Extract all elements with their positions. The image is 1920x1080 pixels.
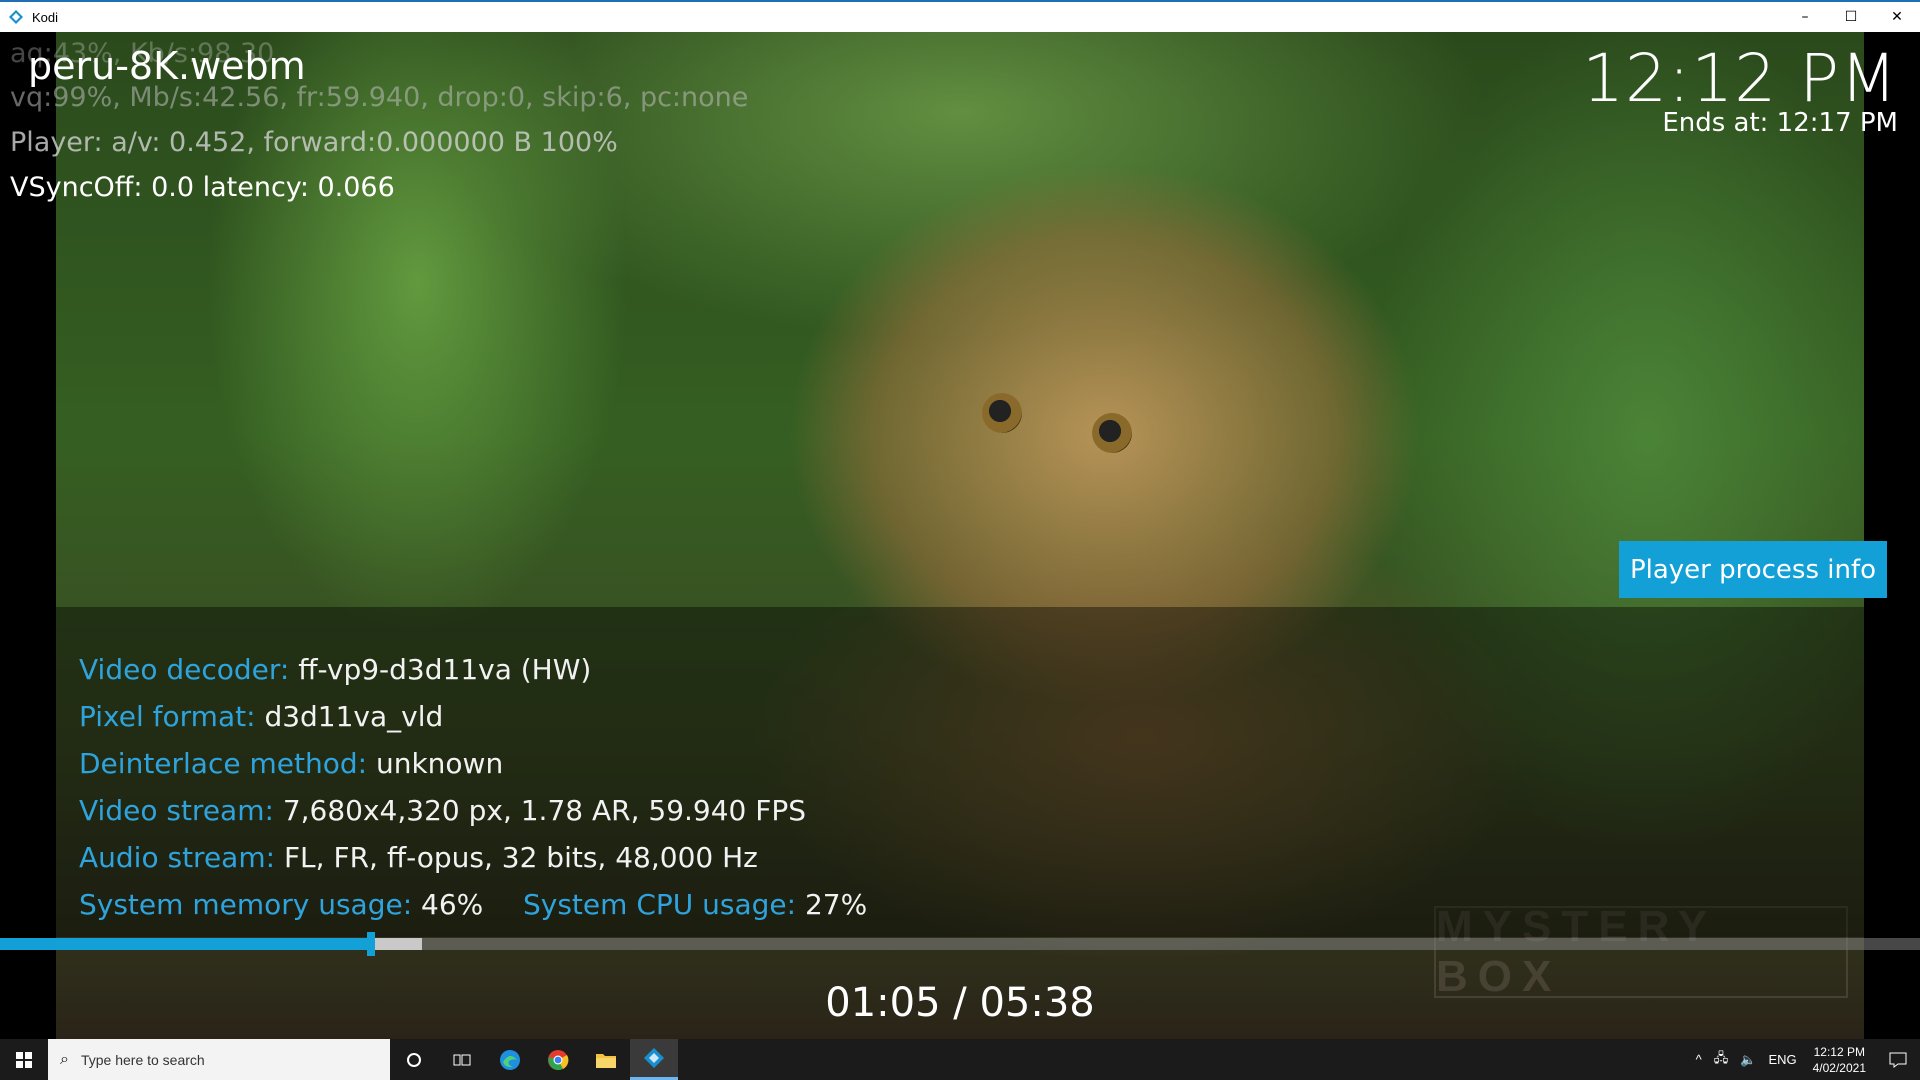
search-icon: ⌕ [60,1050,69,1068]
network-icon[interactable]: 🖧 [1714,1049,1729,1071]
info-row-memory: System memory usage: 46% [79,888,483,921]
deinterlace-label: Deinterlace method: [79,747,368,780]
chevron-up-icon[interactable]: ^ [1696,1052,1702,1067]
media-filename: peru-8K.webm [28,44,306,88]
edge-browser-icon [500,1049,520,1070]
taskbar-time: 12:12 PM [1813,1044,1865,1059]
language-indicator[interactable]: ENG [1768,1052,1796,1067]
system-tray: ^ 🖧 🔈 ENG 12:12 PM 4/02/2021 [1690,1039,1920,1080]
audio-stream-label: Audio stream: [79,841,276,874]
osd-ends-at: Ends at: 12:17 PM [1662,108,1898,138]
marmoset-eye-left [982,393,1022,433]
notification-icon [1889,1052,1907,1068]
video-decoder-label: Video decoder: [79,653,290,686]
seek-bar-handle[interactable] [366,932,375,956]
deinterlace-value: unknown [375,747,504,780]
info-row-deinterlace: Deinterlace method: unknown [79,747,503,780]
taskbar-clock[interactable]: 12:12 PM 4/02/2021 [1813,1044,1866,1076]
close-button[interactable]: ✕ [1874,2,1920,32]
maximize-button[interactable]: ☐ [1828,2,1874,32]
video-decoder-value: ff-vp9-d3d11va (HW) [298,653,592,686]
windows-logo-icon [16,1051,32,1068]
player-process-info-panel: Video decoder: ff-vp9-d3d11va (HW) Pixel… [30,607,1864,937]
taskbar-file-explorer[interactable] [582,1039,630,1080]
info-row-cpu: System CPU usage: 27% [523,888,867,921]
marmoset-eye-right [1092,413,1132,453]
cpu-usage-label: System CPU usage: [523,888,797,921]
task-view-button[interactable] [438,1039,486,1080]
taskbar-search-box[interactable]: ⌕ Type here to search [48,1039,390,1080]
folder-icon [596,1053,616,1068]
search-placeholder: Type here to search [80,1051,205,1068]
taskbar-chrome[interactable] [534,1039,582,1080]
pixel-format-value: d3d11va_vld [264,700,444,733]
start-button[interactable] [0,1039,48,1080]
task-view-icon [453,1054,471,1065]
taskbar-edge[interactable] [486,1039,534,1080]
debug-player-line: Player: a/v: 0.452, forward:0.000000 B 1… [10,127,618,158]
cpu-usage-value: 27% [804,888,868,921]
cortana-circle-icon [407,1052,421,1067]
taskbar-date: 4/02/2021 [1812,1060,1866,1075]
cortana-button[interactable] [390,1039,438,1080]
taskbar-kodi[interactable] [630,1039,678,1080]
playback-timecode: 01:05 / 05:38 [825,980,1095,1026]
notifications-button[interactable] [1876,1039,1920,1080]
kodi-taskbar-icon [644,1048,664,1068]
window-title: Kodi [32,9,59,25]
video-stream-label: Video stream: [79,794,274,827]
player-process-info-badge: Player process info [1619,541,1887,598]
seek-bar[interactable] [0,932,1920,956]
info-row-pixel-format: Pixel format: d3d11va_vld [79,700,443,733]
kodi-logo-icon [9,10,23,24]
volume-icon[interactable]: 🔈 [1740,1052,1756,1068]
window-controls: – ☐ ✕ [1782,2,1920,32]
info-row-audio-stream: Audio stream: FL, FR, ff-opus, 32 bits, … [79,841,758,874]
info-row-video-decoder: Video decoder: ff-vp9-d3d11va (HW) [79,653,591,686]
chrome-browser-icon [548,1049,569,1070]
debug-vsync-line: VSyncOff: 0.0 latency: 0.066 [10,172,395,203]
osd-clock: 12:12 PM [1582,40,1898,117]
window-titlebar: Kodi – ☐ ✕ [0,0,1920,32]
audio-stream-value: FL, FR, ff-opus, 32 bits, 48,000 Hz [283,841,758,874]
video-player[interactable]: MYSTERY BOX aq:43%, Kb/s:98.30 vq:99%, M… [0,32,1920,1039]
memory-usage-value: 46% [421,888,484,921]
pixel-format-label: Pixel format: [79,700,256,733]
seek-bar-played [0,938,371,950]
memory-usage-label: System memory usage: [79,888,413,921]
minimize-button[interactable]: – [1782,2,1828,32]
info-row-video-stream: Video stream: 7,680x4,320 px, 1.78 AR, 5… [79,794,806,827]
windows-taskbar: ⌕ Type here to search ^ 🖧 🔈 ENG 12:12 PM… [0,1039,1920,1080]
video-stream-value: 7,680x4,320 px, 1.78 AR, 59.940 FPS [282,794,807,827]
